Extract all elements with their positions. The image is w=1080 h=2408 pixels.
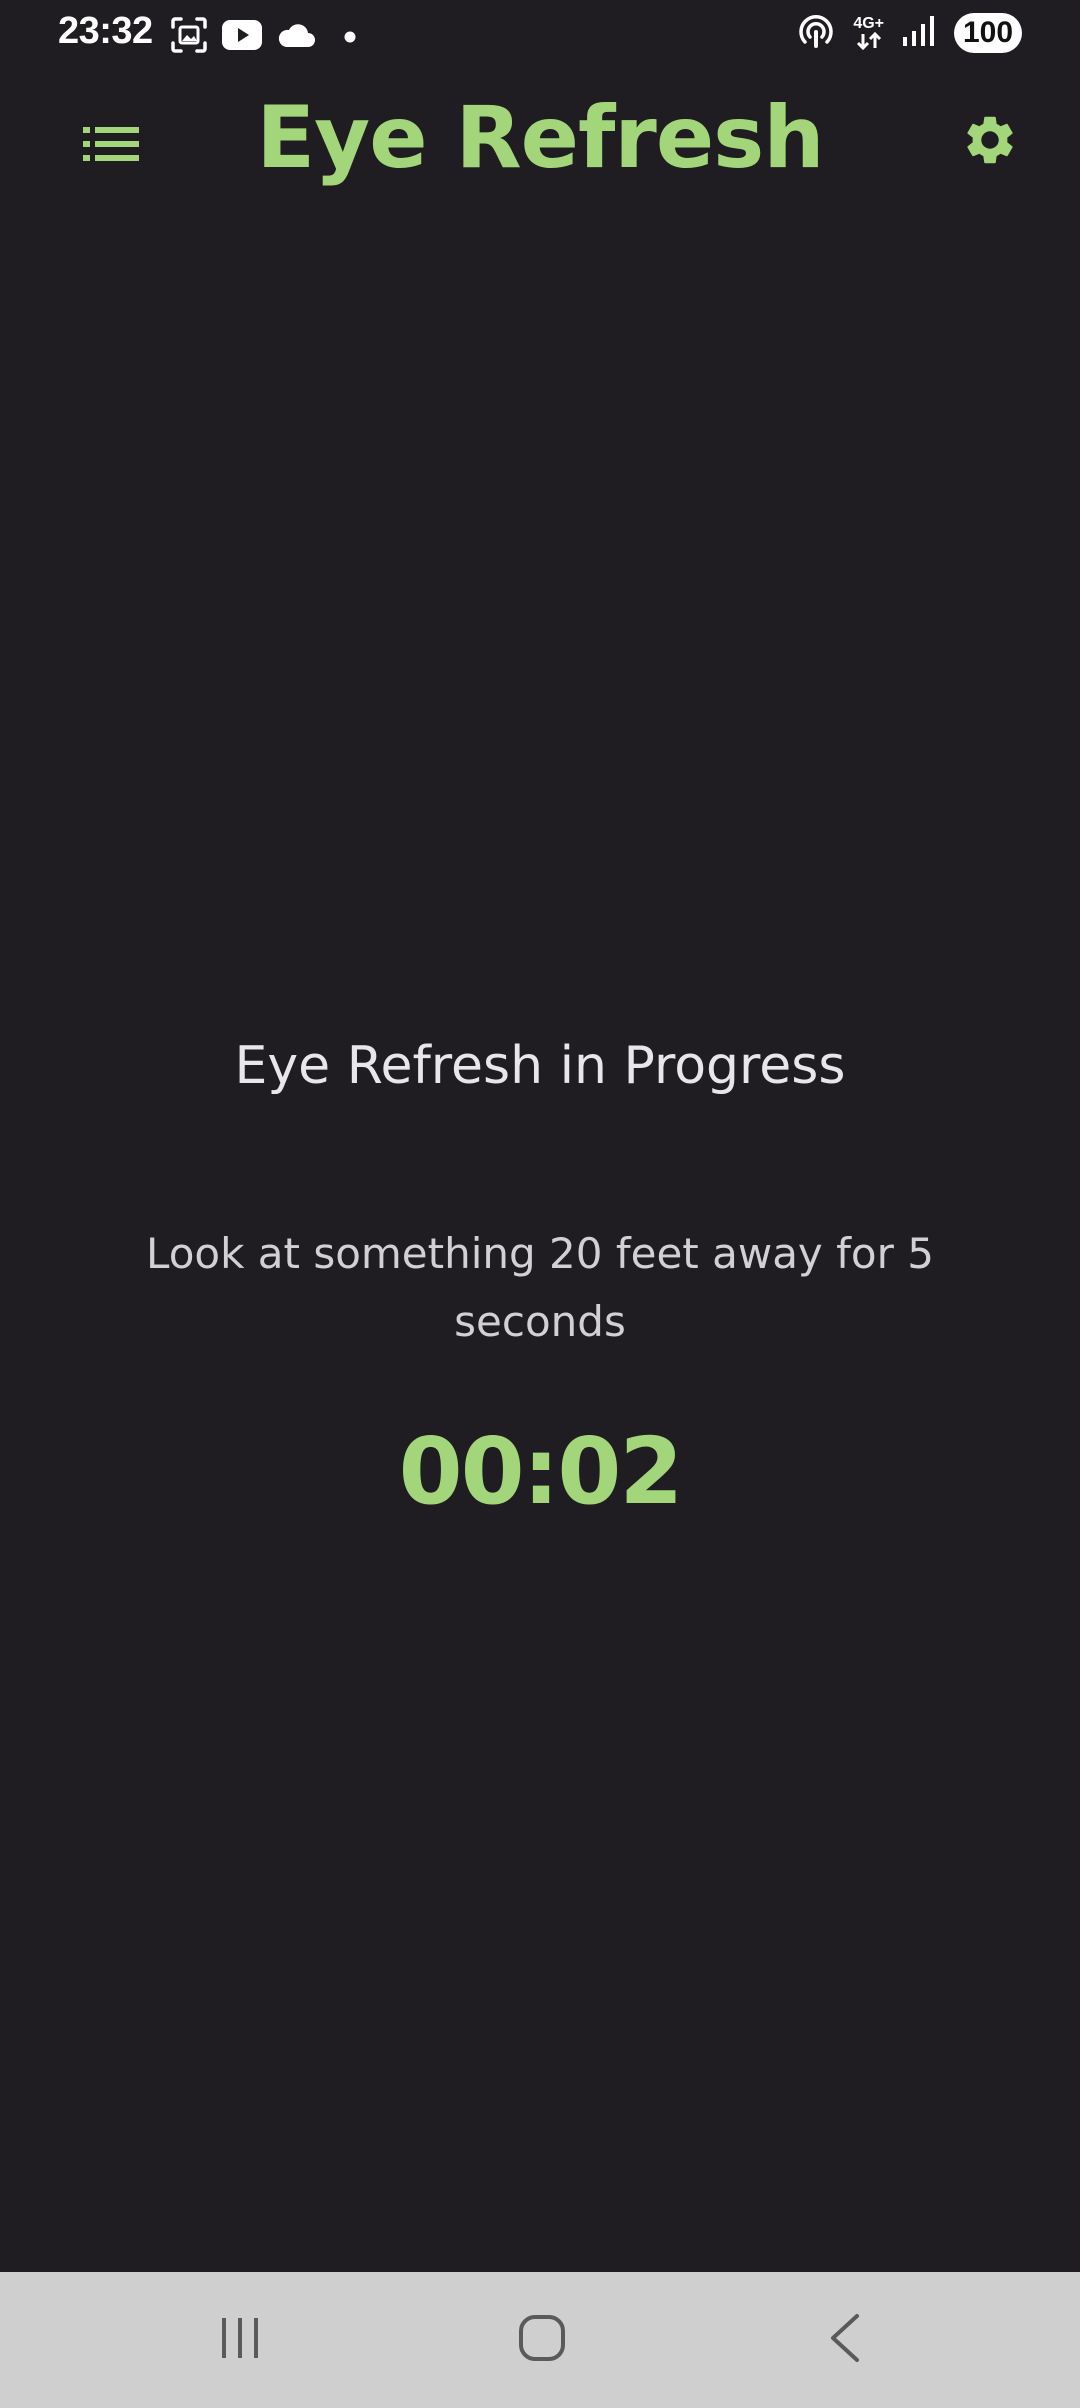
status-time: 23:32: [58, 10, 153, 52]
home-button[interactable]: [497, 2300, 587, 2380]
status-left-icons: [170, 16, 356, 58]
settings-button[interactable]: [948, 100, 1032, 184]
status-right-icons: 4G+ 100: [797, 12, 1022, 54]
back-icon: [827, 2313, 863, 2367]
app-bar: Eye Refresh: [0, 80, 1080, 200]
gear-icon: [961, 111, 1019, 173]
dot-icon: [344, 28, 356, 47]
network-type: 4G+: [853, 15, 884, 32]
hotspot-icon: [797, 12, 835, 54]
status-bar: 23:32 4G+ 100: [0, 0, 1080, 70]
home-icon: [518, 2314, 566, 2366]
app-screen: 23:32 4G+ 100 Eye Refresh Eye Refresh in…: [0, 0, 1080, 2408]
recents-button[interactable]: [195, 2300, 285, 2380]
recents-icon: [218, 2316, 262, 2364]
network-arrows-icon: 4G+: [853, 16, 884, 50]
instruction-text: Look at something 20 feet away for 5 sec…: [146, 1229, 934, 1346]
app-title: Eye Refresh: [256, 88, 824, 188]
signal-icon: [902, 15, 936, 51]
battery-level: 100: [962, 16, 1014, 49]
cloud-icon: [276, 21, 316, 53]
progress-heading: Eye Refresh in Progress: [234, 1036, 846, 1096]
countdown-timer: 00:02: [398, 1418, 684, 1525]
back-button[interactable]: [800, 2300, 890, 2380]
youtube-icon: [222, 20, 262, 54]
system-nav-bar: [0, 2272, 1080, 2408]
battery-icon: 100: [954, 13, 1022, 53]
screenshot-icon: [170, 16, 208, 58]
